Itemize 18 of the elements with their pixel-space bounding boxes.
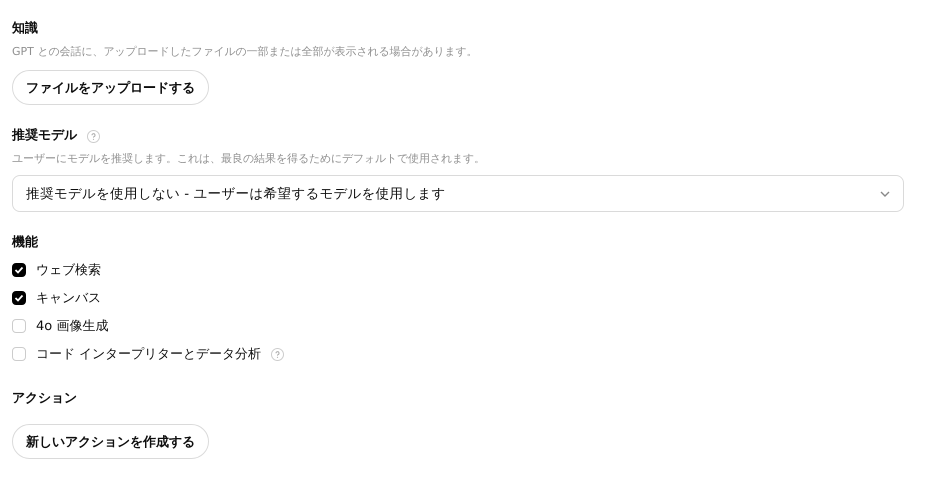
upload-file-button[interactable]: ファイルをアップロードする xyxy=(12,70,209,105)
section-heading: アクション xyxy=(12,390,77,408)
chevron-down-icon xyxy=(879,190,891,198)
help-icon[interactable] xyxy=(87,130,100,142)
checkbox[interactable] xyxy=(12,291,26,305)
section-heading: 推奨モデル xyxy=(12,127,77,145)
model-select[interactable]: 推奨モデルを使用しない - ユーザーは希望するモデルを使用します xyxy=(12,175,904,212)
section-heading: 知識 xyxy=(12,20,38,38)
checkbox-label: コード インタープリターとデータ分析 xyxy=(36,346,262,363)
checkbox-label: 4o 画像生成 xyxy=(36,318,108,335)
checkbox[interactable] xyxy=(12,263,26,277)
section-description: ユーザーにモデルを推奨します。これは、最良の結果を得るためにデフォルトで使用されます。 xyxy=(12,152,485,166)
section-description: GPT との会話に、アップロードしたファイルの一部または全部が表示される場合があります。 xyxy=(12,45,478,59)
create-action-button[interactable]: 新しいアクションを作成する xyxy=(12,424,209,459)
checkbox-label: キャンバス xyxy=(36,290,101,307)
checkbox-label: ウェブ検索 xyxy=(36,262,101,279)
section-heading: 機能 xyxy=(12,234,38,252)
help-icon[interactable] xyxy=(271,348,284,360)
